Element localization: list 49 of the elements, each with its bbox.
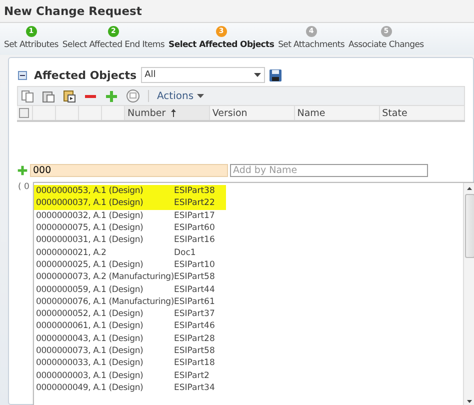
column-header[interactable]: State — [380, 106, 466, 120]
wizard-step[interactable]: Select Affected Objects — [168, 40, 274, 50]
scrollbar[interactable] — [463, 183, 474, 405]
suggestion-item[interactable]: 0000000052, A.1 (Design) ESIPart37 — [34, 308, 226, 320]
view-dropdown[interactable]: All — [140, 67, 265, 83]
column-header[interactable]: Version — [210, 106, 296, 120]
suggestion-item[interactable]: 0000000037, A.1 (Design) ESIPart22 — [34, 197, 226, 210]
scroll-thumb[interactable] — [464, 194, 474, 258]
suggestion-item[interactable]: 0000000075, A.1 (Design) ESIPart60 — [34, 222, 226, 234]
suggestion-item[interactable]: 0000000003, A.1 (Design) ESIPart2 — [34, 369, 226, 382]
dropdown-arrow-icon — [196, 94, 204, 98]
wizard-step[interactable]: Select Affected End Items — [62, 40, 165, 50]
sort-arrow-icon — [170, 109, 176, 117]
suggestion-item[interactable]: 0000000032, A.1 (Design) ESIPart17 — [34, 210, 226, 222]
name-field[interactable]: Add by Name — [230, 164, 428, 177]
suggestion-item[interactable]: 0000000025, A.1 (Design) ESIPart10 — [34, 258, 226, 272]
suggestion-item[interactable]: 0000000021, A.2 Doc1 — [34, 246, 226, 259]
count-text: ( 0 — [18, 182, 30, 192]
paste-special-icon[interactable] — [63, 90, 76, 102]
number-field[interactable]: 000 — [30, 164, 228, 177]
suggestion-item[interactable]: 0000000033, A.1 (Design) ESIPart18 — [34, 357, 226, 370]
comment-icon[interactable] — [126, 89, 140, 103]
column-header[interactable]: Number — [125, 106, 210, 120]
suggestion-item[interactable]: 0000000059, A.1 (Design) ESIPart44 — [34, 283, 226, 296]
collapse-icon[interactable] — [18, 70, 27, 80]
scroll-down-icon[interactable] — [467, 400, 472, 403]
paste-icon[interactable] — [42, 90, 55, 102]
save-icon[interactable] — [268, 68, 282, 82]
wizard-step[interactable]: Associate Changes — [348, 40, 424, 50]
add-icon[interactable] — [105, 90, 118, 102]
wizard-step[interactable]: Set Attributes — [4, 40, 58, 50]
wizard-step[interactable]: Set Attachments — [278, 40, 344, 50]
suggestion-item[interactable]: 0000000043, A.1 (Design) ESIPart28 — [34, 332, 226, 345]
suggestion-item[interactable]: 0000000076, A.1 (Manufacturing)ESIPart61 — [34, 296, 226, 308]
window-title: New Change Request — [3, 3, 143, 20]
scroll-up-icon[interactable] — [467, 187, 472, 190]
column-header[interactable]: Name — [295, 106, 380, 120]
dropdown-arrow-icon[interactable] — [254, 73, 261, 77]
actions-menu[interactable]: Actions — [157, 90, 204, 102]
suggestion-item[interactable]: 0000000053, A.1 (Design) ESIPart38 — [34, 185, 226, 198]
suggestion-item[interactable]: 0000000061, A.1 (Design) ESIPart46 — [34, 320, 226, 333]
suggestion-item[interactable]: 0000000073, A.1 (Design) ESIPart58 — [34, 344, 226, 358]
suggestion-item[interactable]: 0000000073, A.2 (Manufacturing)ESIPart58 — [34, 271, 226, 284]
select-all-checkbox[interactable] — [19, 108, 29, 118]
suggestion-item[interactable]: 0000000031, A.1 (Design) ESIPart16 — [34, 234, 226, 246]
panel-title: Affected Objects — [34, 68, 137, 82]
suggestion-item[interactable]: 0000000049, A.1 (Design) ESIPart34 — [34, 382, 226, 394]
copy-icon[interactable] — [21, 90, 34, 102]
add-icon[interactable] — [17, 165, 28, 176]
